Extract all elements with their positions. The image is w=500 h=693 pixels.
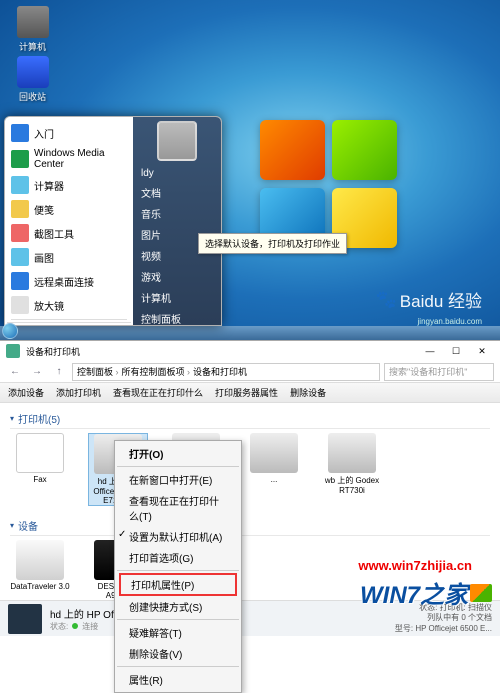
printer-item[interactable]: ... bbox=[244, 433, 304, 506]
app-icon bbox=[11, 248, 29, 266]
baidu-paw-icon: 🐾 bbox=[376, 290, 396, 310]
toolbar-add-printer[interactable]: 添加打印机 bbox=[56, 386, 101, 399]
context-menu-item[interactable]: 删除设备(V) bbox=[115, 643, 241, 664]
desktop-icon-computer[interactable]: 计算机 bbox=[10, 6, 55, 53]
context-menu-item[interactable]: 属性(R) bbox=[115, 669, 241, 690]
app-icon bbox=[11, 272, 29, 290]
navbar: ← → ↑ 控制面板 所有控制面板项 设备和打印机 搜索"设备和打印机" bbox=[0, 361, 500, 383]
context-menu-item[interactable]: 查看现在正在打印什么(T) bbox=[115, 490, 241, 526]
context-menu-item[interactable]: 打开(O) bbox=[115, 443, 241, 464]
window-title: 设备和打印机 bbox=[26, 345, 80, 358]
toolbar-view-queue[interactable]: 查看现在正在打印什么 bbox=[113, 386, 203, 399]
start-button[interactable] bbox=[2, 323, 18, 339]
desktop-icon-recycle[interactable]: 回收站 bbox=[10, 56, 55, 103]
printer-icon bbox=[328, 433, 376, 473]
app-icon bbox=[11, 296, 29, 314]
printer-item[interactable]: wb 上的 Godex RT730i bbox=[322, 433, 382, 506]
device-label: wb 上的 Godex RT730i bbox=[322, 475, 382, 495]
windows-logo bbox=[260, 120, 400, 250]
computer-icon bbox=[17, 6, 49, 38]
up-button[interactable]: ↑ bbox=[50, 363, 68, 381]
printer-item[interactable]: Fax bbox=[10, 433, 70, 506]
printer-icon bbox=[16, 433, 64, 473]
start-menu-item[interactable]: 远程桌面连接 bbox=[7, 269, 131, 293]
back-button[interactable]: ← bbox=[6, 363, 24, 381]
start-menu-right-item[interactable]: 控制面板 bbox=[133, 308, 221, 326]
group-devices[interactable]: 设备 bbox=[10, 514, 490, 536]
device-label: Fax bbox=[10, 475, 70, 484]
icon-label: 计算机 bbox=[10, 40, 55, 53]
context-menu-item[interactable]: 疑难解答(T) bbox=[115, 622, 241, 643]
window-icon bbox=[6, 344, 20, 358]
printer-icon bbox=[250, 433, 298, 473]
desktop: 计算机 回收站 🐾 Baidu 经验 jingyan.baidu.com 201… bbox=[0, 0, 500, 340]
maximize-button[interactable]: ☐ bbox=[444, 344, 468, 358]
baidu-sub: jingyan.baidu.com bbox=[418, 317, 482, 326]
item-label: 放大镜 bbox=[34, 298, 64, 313]
toolbar-add-device[interactable]: 添加设备 bbox=[8, 386, 44, 399]
device-label: ... bbox=[244, 475, 304, 484]
toolbar: 添加设备 添加打印机 查看现在正在打印什么 打印服务器属性 删除设备 bbox=[0, 383, 500, 403]
icon-label: 回收站 bbox=[10, 90, 55, 103]
start-menu-right-item[interactable]: 游戏 bbox=[133, 266, 221, 287]
app-icon bbox=[11, 176, 29, 194]
window-controls: — ☐ ✕ bbox=[418, 344, 494, 358]
context-menu: 打开(O)在新窗口中打开(E)查看现在正在打印什么(T)设置为默认打印机(A)打… bbox=[114, 440, 242, 693]
context-menu-item[interactable]: 创建快捷方式(S) bbox=[115, 596, 241, 617]
item-label: 远程桌面连接 bbox=[34, 274, 94, 289]
context-menu-item[interactable]: 在新窗口中打开(E) bbox=[115, 469, 241, 490]
start-menu-item[interactable]: 入门 bbox=[7, 121, 131, 145]
item-label: 便笺 bbox=[34, 202, 54, 217]
forward-button[interactable]: → bbox=[28, 363, 46, 381]
start-menu-right-item[interactable]: 计算机 bbox=[133, 287, 221, 308]
context-menu-item[interactable]: 打印首选项(G) bbox=[115, 547, 241, 568]
item-label: 画图 bbox=[34, 250, 54, 265]
item-label: 入门 bbox=[34, 126, 54, 141]
start-menu: 入门 Windows Media Center 计算器便笺截图工具画图远程桌面连接放… bbox=[4, 116, 222, 326]
watermark-url: www.win7zhijia.cn bbox=[358, 558, 472, 573]
baidu-watermark: 🐾 Baidu 经验 bbox=[376, 287, 482, 312]
app-icon bbox=[11, 124, 29, 142]
start-menu-left: 入门 Windows Media Center 计算器便笺截图工具画图远程桌面连接放… bbox=[5, 117, 133, 325]
start-menu-right-item[interactable]: ldy bbox=[133, 165, 221, 182]
device-icon bbox=[16, 540, 64, 580]
item-label: 计算器 bbox=[34, 178, 64, 193]
titlebar[interactable]: 设备和打印机 — ☐ ✕ bbox=[0, 341, 500, 361]
app-icon bbox=[11, 200, 29, 218]
start-menu-item[interactable]: 计算器 bbox=[7, 173, 131, 197]
item-label: 截图工具 bbox=[34, 226, 74, 241]
close-button[interactable]: ✕ bbox=[470, 344, 494, 358]
start-menu-item[interactable]: Windows Media Center bbox=[7, 145, 131, 173]
all-programs[interactable]: 所有程序 bbox=[7, 322, 131, 326]
breadcrumb[interactable]: 控制面板 所有控制面板项 设备和打印机 bbox=[72, 363, 380, 381]
toolbar-server-props[interactable]: 打印服务器属性 bbox=[215, 386, 278, 399]
start-menu-item[interactable]: 画图 bbox=[7, 245, 131, 269]
context-menu-item[interactable]: 打印机属性(P) bbox=[119, 573, 237, 596]
watermark-logo: WIN7之家 bbox=[360, 575, 492, 610]
start-menu-right-item[interactable]: 音乐 bbox=[133, 203, 221, 224]
group-printers[interactable]: 打印机(5) bbox=[10, 407, 490, 429]
status-dot-icon bbox=[72, 623, 78, 629]
context-menu-item[interactable]: 设置为默认打印机(A) bbox=[115, 526, 241, 547]
taskbar[interactable] bbox=[0, 326, 500, 340]
toolbar-remove-device[interactable]: 删除设备 bbox=[290, 386, 326, 399]
device-item[interactable]: DataTraveler 3.0 bbox=[10, 540, 70, 600]
start-menu-item[interactable]: 截图工具 bbox=[7, 221, 131, 245]
start-menu-right: ldy文档音乐图片视频游戏计算机控制面板设备和打印机默认程序帮助和支持 bbox=[133, 117, 221, 325]
flag-icon bbox=[470, 584, 492, 602]
explorer-search[interactable]: 搜索"设备和打印机" bbox=[384, 363, 494, 381]
app-icon bbox=[11, 224, 29, 242]
recycle-icon bbox=[17, 56, 49, 88]
app-icon bbox=[11, 150, 29, 168]
device-label: DataTraveler 3.0 bbox=[10, 582, 70, 591]
tooltip: 选择默认设备，打印机及打印作业 bbox=[198, 233, 347, 254]
start-menu-item[interactable]: 便笺 bbox=[7, 197, 131, 221]
minimize-button[interactable]: — bbox=[418, 344, 442, 358]
details-icon bbox=[8, 604, 42, 634]
start-menu-right-item[interactable]: 文档 bbox=[133, 182, 221, 203]
user-avatar[interactable] bbox=[157, 121, 197, 161]
start-menu-item[interactable]: 放大镜 bbox=[7, 293, 131, 317]
item-label: Windows Media Center bbox=[34, 148, 127, 170]
